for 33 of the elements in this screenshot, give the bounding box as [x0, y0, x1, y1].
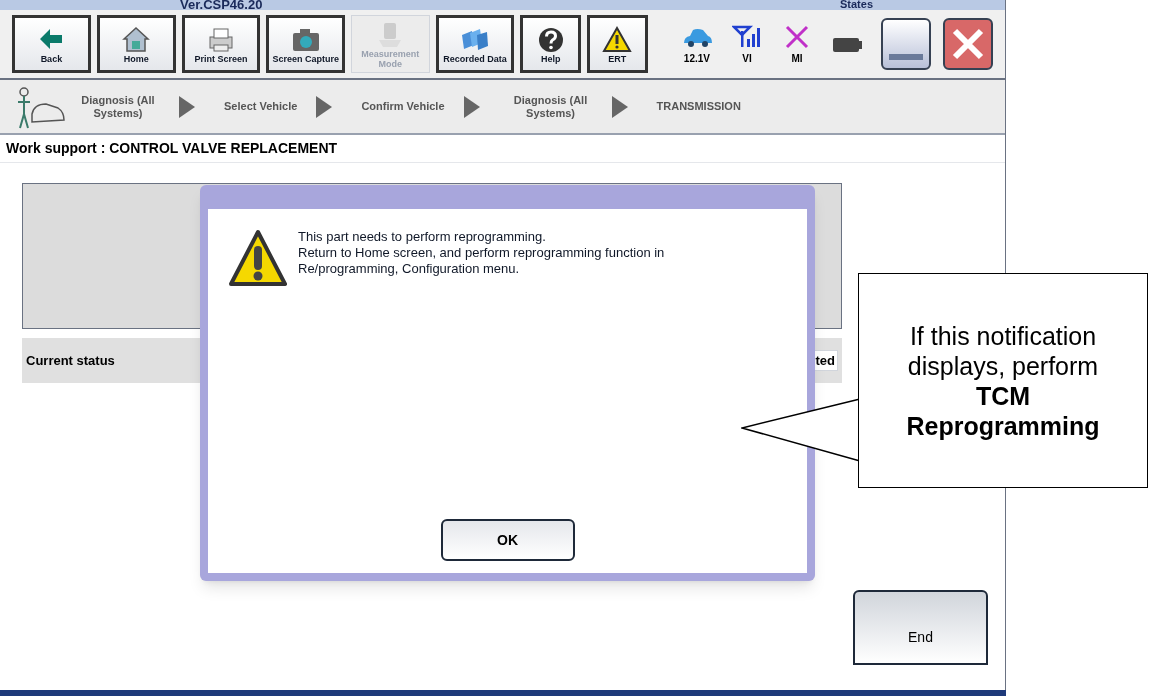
- ok-button[interactable]: OK: [440, 519, 575, 561]
- dialog-message: This part needs to perform reprogramming. Return to Home screen, and perform reprogramming function in Re/programming, Configuration menu.: [298, 229, 665, 278]
- toolbar-button[interactable]: Print Screen: [181, 15, 261, 73]
- page-title: Work support : CONTROL VALVE REPLACEMENT: [0, 135, 1005, 163]
- breadcrumb-item[interactable]: Diagnosis (All Systems): [76, 93, 160, 120]
- breadcrumb-item[interactable]: TRANSMISSION: [656, 100, 741, 113]
- arrow-right-icon: [610, 94, 629, 119]
- close-icon: [951, 27, 985, 61]
- toolbar-button[interactable]: Help: [520, 15, 581, 73]
- indicator-label: 12.1V: [683, 51, 710, 66]
- toolbar-button[interactable]: Screen Capture: [266, 15, 346, 73]
- breadcrumb-item[interactable]: Select Vehicle: [224, 100, 298, 113]
- toolbar-button[interactable]: ERT: [587, 15, 648, 73]
- toolbar-button[interactable]: Back: [12, 15, 91, 73]
- end-button[interactable]: End: [853, 590, 988, 665]
- arrow-right-icon: [462, 94, 481, 119]
- states-label: States: [840, 0, 874, 10]
- house-icon: [121, 24, 152, 53]
- indicator-label: MI: [791, 51, 803, 66]
- toolbar-button[interactable]: Home: [96, 15, 176, 73]
- breadcrumb-item[interactable]: Confirm Vehicle: [361, 100, 445, 113]
- breadcrumb-item[interactable]: Diagnosis (All Systems): [508, 93, 593, 120]
- toolbar-button[interactable]: Recorded Data: [435, 15, 515, 73]
- arrow-right-icon: [315, 94, 334, 119]
- indicator-label: VI: [742, 51, 752, 66]
- warning-icon: [602, 24, 633, 53]
- arrow-right-icon: [178, 94, 196, 119]
- minimize-button[interactable]: [881, 18, 932, 70]
- close-button[interactable]: [943, 18, 993, 70]
- status-label: Current status: [26, 351, 115, 370]
- warning-icon: [228, 229, 288, 287]
- version-label: Ver.CSP46.20: [180, 0, 263, 11]
- callout-text: If this notification displays, perform TCM Reprogramming: [905, 320, 1101, 441]
